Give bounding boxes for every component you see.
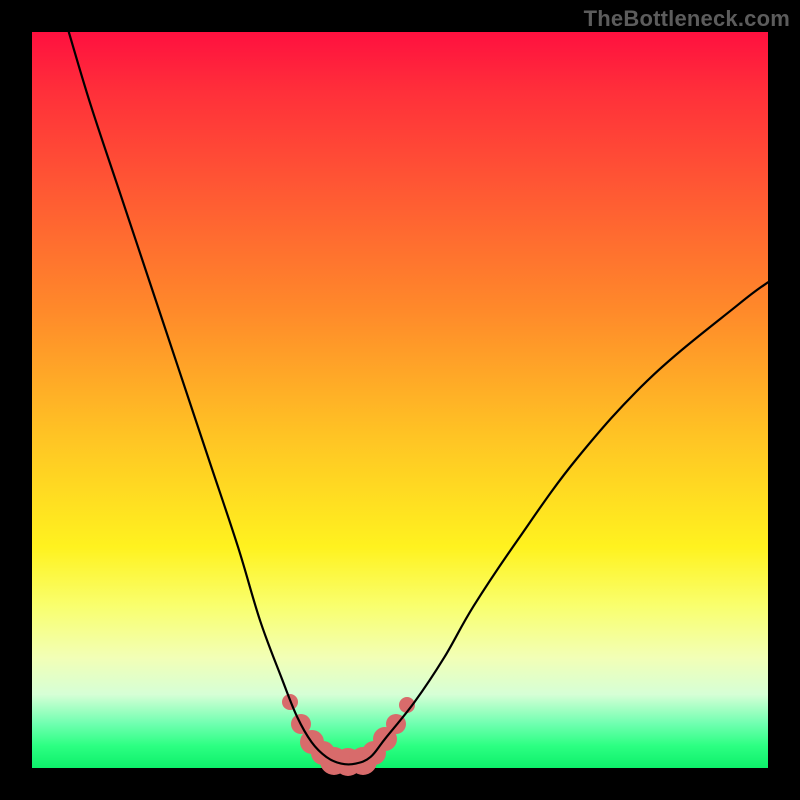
- chart-frame: TheBottleneck.com: [0, 0, 800, 800]
- watermark-text: TheBottleneck.com: [584, 6, 790, 32]
- bottleneck-curve: [32, 32, 768, 768]
- plot-area: [32, 32, 768, 768]
